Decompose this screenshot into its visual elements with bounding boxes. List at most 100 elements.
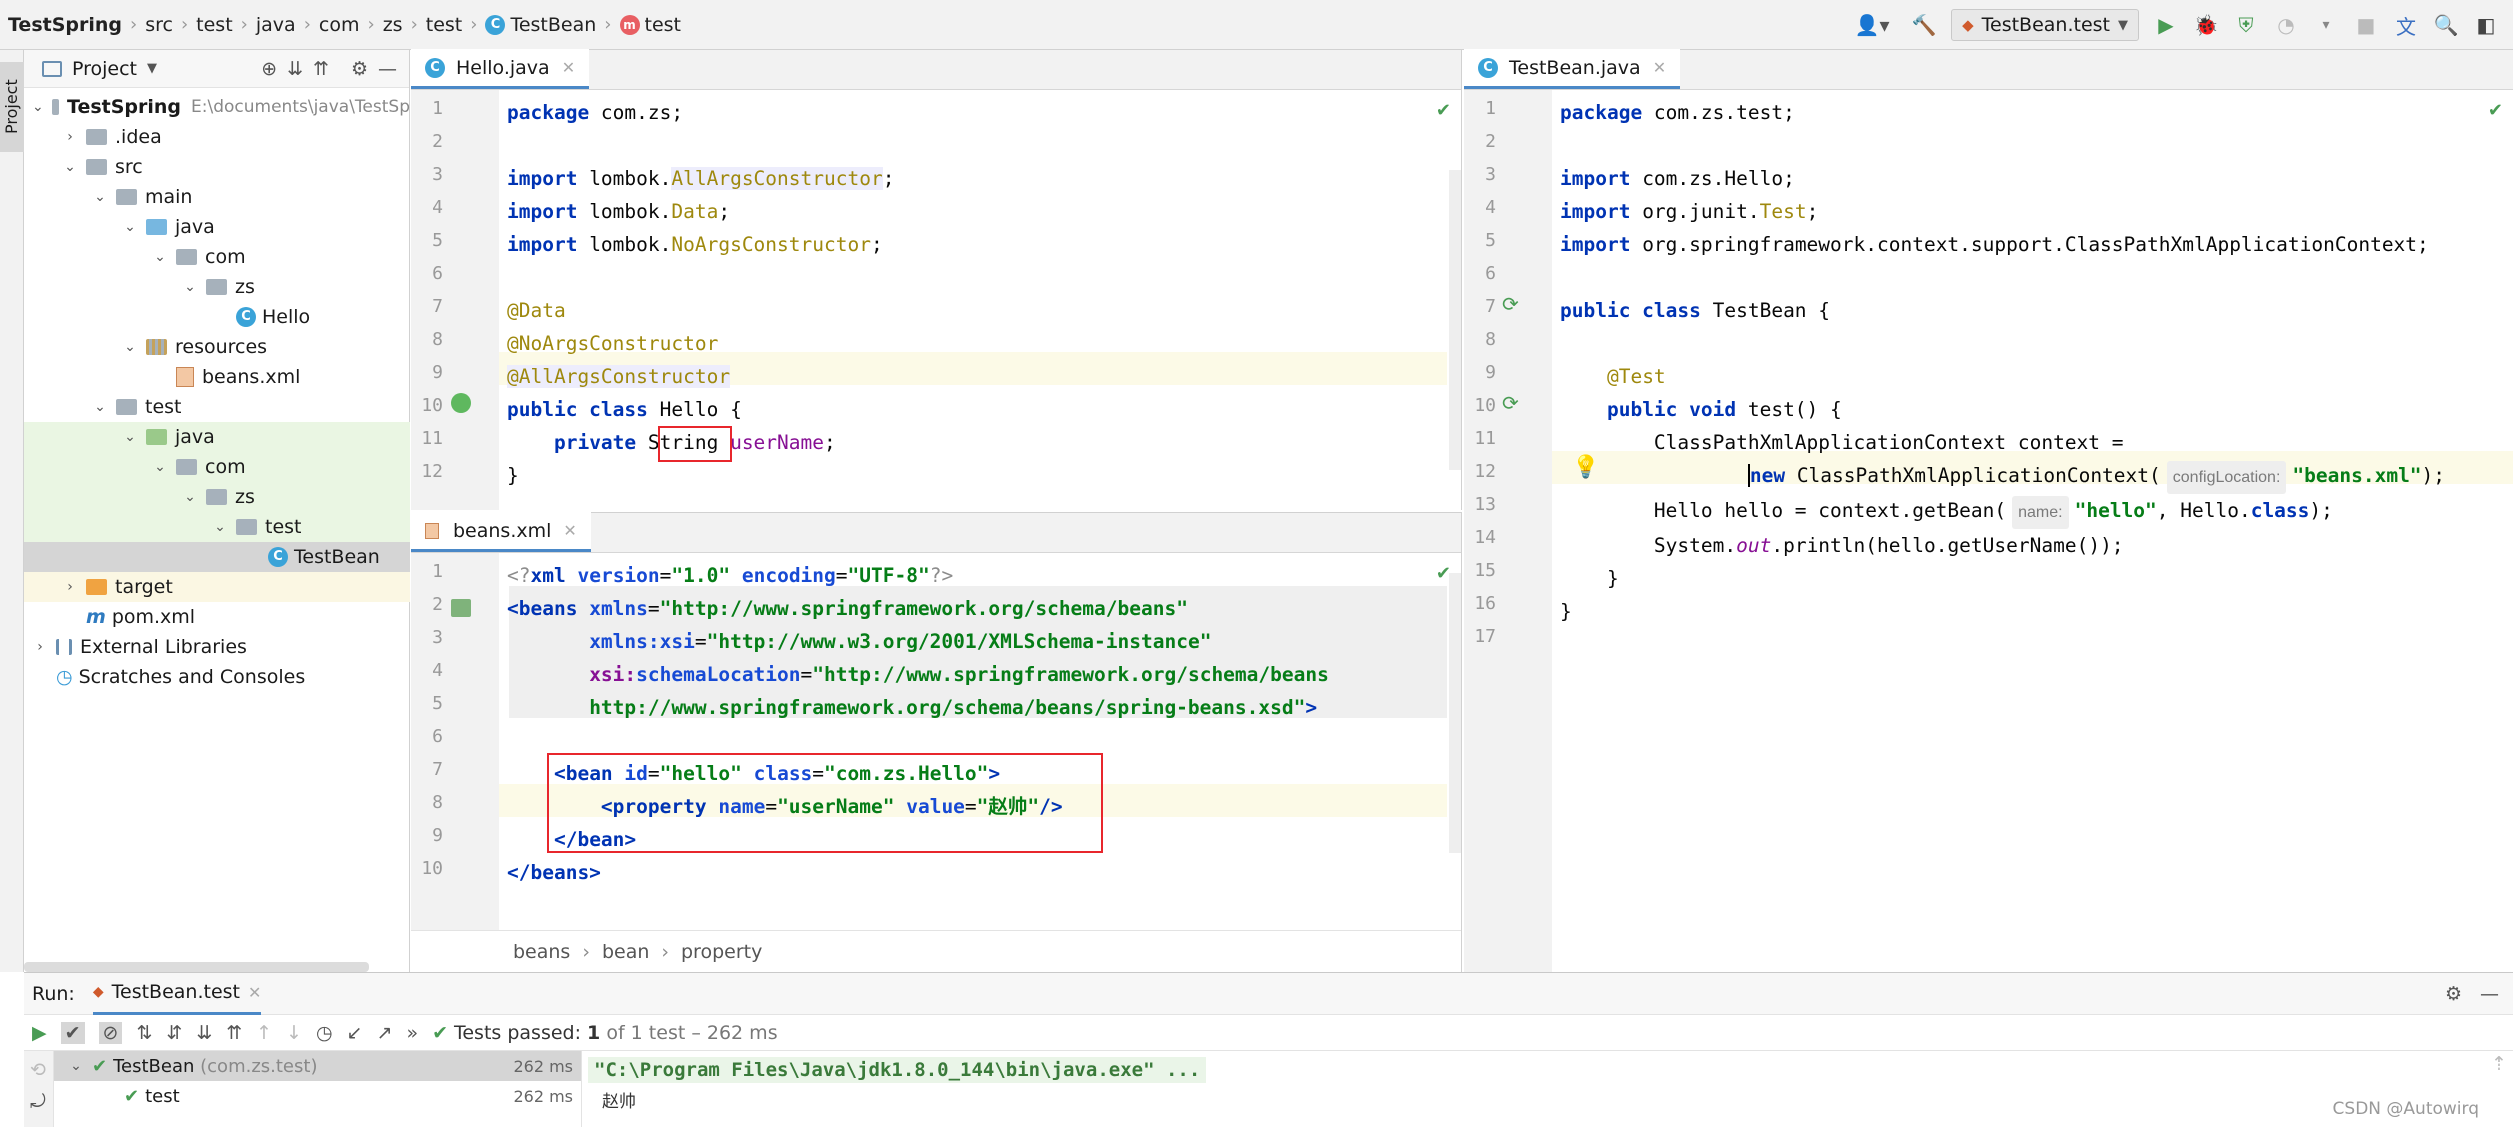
tree-item-test-com[interactable]: ⌄ com [24, 452, 410, 482]
tree-item-test-zs[interactable]: ⌄ zs [24, 482, 410, 512]
rerun-icon[interactable]: ▶ [32, 1022, 47, 1044]
spring-context-icon[interactable] [451, 599, 471, 617]
tab-testbean-java[interactable]: C TestBean.java ✕ [1464, 49, 1681, 89]
breadcrumb-com[interactable]: com [319, 14, 360, 36]
tree-item-main-java[interactable]: ⌄ java [24, 212, 410, 242]
tree-item-main[interactable]: ⌄ main [24, 182, 410, 212]
translate-icon[interactable]: 文 [2393, 12, 2419, 39]
scroll-up-icon[interactable]: ⇡ [2491, 1053, 2507, 1075]
tab-hello-java[interactable]: C Hello.java ✕ [411, 49, 590, 89]
xml-crumb-bean[interactable]: bean [602, 941, 649, 963]
run-icon[interactable]: ▶ [2153, 12, 2179, 38]
bean-gutter-icon[interactable] [451, 393, 471, 413]
tree-item-pom[interactable]: m pom.xml [24, 602, 410, 632]
sort-alpha-icon[interactable]: ⇅ [136, 1022, 152, 1044]
run-test-class-icon[interactable]: ⟳ [1502, 292, 1519, 316]
console-output[interactable]: "C:\Program Files\Java\jdk1.8.0_144\bin\… [588, 1051, 2483, 1127]
chevron-down-icon[interactable]: ▼ [147, 61, 157, 76]
collapse-all-icon[interactable]: ⇈ [313, 58, 329, 80]
restore-icon[interactable]: ⤾ [24, 1081, 53, 1113]
stop-icon[interactable]: ■ [2353, 12, 2379, 38]
editor-tabbar: beans.xml ✕ [411, 512, 1461, 553]
inspection-ok-icon[interactable]: ✔ [2488, 100, 2503, 121]
gear-icon[interactable]: ⚙ [2445, 983, 2462, 1005]
minimize-icon[interactable]: — [2480, 983, 2499, 1005]
tree-item-idea[interactable]: › .idea [24, 122, 410, 152]
tab-run-testbean[interactable]: ◆ TestBean.test ✕ [92, 973, 262, 1015]
breadcrumb-java[interactable]: java [256, 14, 296, 36]
profile-icon[interactable]: ◔ [2273, 12, 2299, 38]
expand-all-icon[interactable]: ⇊ [287, 58, 303, 80]
tree-item-external-libraries[interactable]: › External Libraries [24, 632, 410, 662]
tree-item-project-root[interactable]: ⌄ TestSpring E:\documents\java\TestSp [24, 92, 410, 122]
run-test-method-icon[interactable]: ⟳ [1502, 391, 1519, 415]
next-icon[interactable]: ↓ [286, 1022, 302, 1044]
tree-item-testbean[interactable]: C TestBean [24, 542, 410, 572]
export-icon[interactable]: ↗ [377, 1022, 393, 1044]
xml-crumb-property[interactable]: property [681, 941, 762, 963]
vertical-scrollbar[interactable] [1449, 573, 1461, 853]
tree-item-target[interactable]: › target [24, 572, 410, 602]
tree-item-test[interactable]: ⌄ test [24, 392, 410, 422]
coverage-icon[interactable]: ⛨ [2233, 12, 2259, 38]
previous-icon[interactable]: ↑ [256, 1022, 272, 1044]
more-icon[interactable]: » [406, 1022, 418, 1044]
xml-crumb-beans[interactable]: beans [513, 941, 570, 963]
tree-item-main-zs[interactable]: ⌄ zs [24, 272, 410, 302]
sort-duration-icon[interactable]: ⇵ [166, 1022, 182, 1044]
collapse-all-icon[interactable]: ⇈ [226, 1022, 242, 1044]
debug-icon[interactable]: 🐞 [2193, 12, 2219, 38]
folder-icon [42, 60, 62, 77]
tree-item-hello[interactable]: C Hello [24, 302, 410, 332]
minimize-icon[interactable]: — [378, 58, 397, 80]
run-tool-window: Run: ◆ TestBean.test ✕ ⚙ — ▶ ✔ ⊘ ⇅ ⇵ ⇊ ⇈… [24, 972, 2513, 1127]
project-tool-tab[interactable]: Project [0, 62, 24, 152]
vertical-scrollbar[interactable] [1449, 170, 1461, 470]
horizontal-scrollbar[interactable] [24, 962, 369, 972]
locate-icon[interactable]: ⊕ [261, 58, 277, 80]
close-icon[interactable]: ✕ [563, 521, 576, 540]
tree-item-main-com[interactable]: ⌄ com [24, 242, 410, 272]
search-icon[interactable]: 🔍 [2433, 12, 2459, 38]
show-ignored-icon[interactable]: ⊘ [98, 1021, 123, 1044]
inspection-ok-icon[interactable]: ✔ [1436, 100, 1451, 121]
folder-icon [51, 99, 60, 115]
expand-all-icon[interactable]: ⇊ [196, 1022, 212, 1044]
code-testbean[interactable]: package com.zs.test; import com.zs.Hello… [1560, 96, 2445, 628]
run-configuration-select[interactable]: ◆ TestBean.test ▼ [1951, 9, 2139, 41]
more-icon[interactable]: ▾ [2313, 12, 2339, 38]
passed-icon: ✔ [124, 1085, 140, 1107]
pin-icon[interactable]: ⟲ [24, 1051, 53, 1081]
project-view-title[interactable]: Project [72, 58, 137, 80]
test-row-test[interactable]: ✔ test 262 ms [54, 1081, 581, 1111]
test-status: Tests passed: 1 of 1 test – 262 ms [453, 1021, 778, 1044]
hammer-icon[interactable]: 🔨 [1911, 12, 1937, 38]
test-class-icon: C [268, 547, 288, 567]
breadcrumb-method[interactable]: test [645, 14, 682, 36]
gear-icon[interactable]: ⚙ [351, 58, 368, 80]
breadcrumb-src[interactable]: src [145, 14, 173, 36]
breadcrumb-test[interactable]: test [196, 14, 233, 36]
tree-item-test-java[interactable]: ⌄ java [24, 422, 410, 452]
history-icon[interactable]: ◷ [316, 1022, 333, 1044]
breadcrumb-testbean[interactable]: TestBean [510, 14, 596, 36]
test-class-icon: C [1478, 57, 1498, 78]
tree-item-scratches[interactable]: ◷ Scratches and Consoles [24, 662, 410, 692]
package-icon [176, 249, 197, 265]
ide-icon[interactable]: ◧ [2473, 12, 2499, 38]
close-icon[interactable]: ✕ [1653, 58, 1666, 77]
test-row-testbean[interactable]: ⌄ ✔ TestBean (com.zs.test) 262 ms [54, 1051, 581, 1081]
tree-item-beans-xml[interactable]: beans.xml [24, 362, 410, 392]
close-icon[interactable]: ✕ [248, 983, 261, 1002]
tree-item-resources[interactable]: ⌄ resources [24, 332, 410, 362]
breadcrumb-test-pkg[interactable]: test [426, 14, 463, 36]
breadcrumb-project[interactable]: TestSpring [8, 14, 122, 36]
close-icon[interactable]: ✕ [562, 58, 575, 77]
tab-beans-xml[interactable]: beans.xml ✕ [411, 512, 591, 552]
tree-item-test-test[interactable]: ⌄ test [24, 512, 410, 542]
breadcrumb-zs[interactable]: zs [383, 14, 403, 36]
tree-item-src[interactable]: ⌄ src [24, 152, 410, 182]
user-icon[interactable]: 👤▾ [1847, 12, 1897, 38]
import-icon[interactable]: ↙ [347, 1022, 363, 1044]
show-passed-icon[interactable]: ✔ [60, 1021, 85, 1044]
